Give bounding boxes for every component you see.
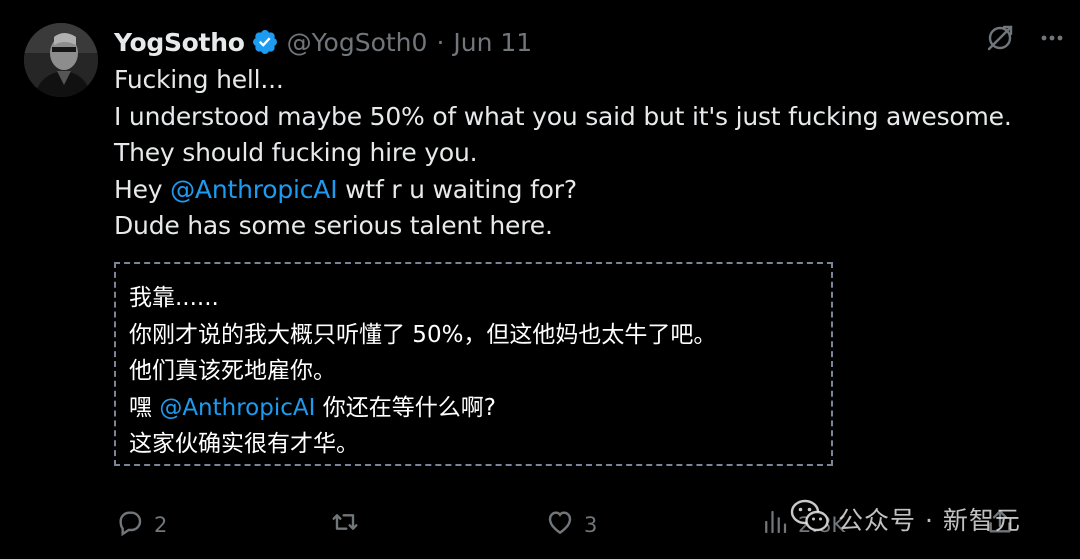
avatar-image [24, 23, 98, 97]
watermark-text: 公众号 · 新智元 [838, 506, 1021, 535]
verified-badge-icon [251, 28, 279, 56]
translation-mention-link[interactable]: @AnthropicAI [159, 395, 315, 421]
like-icon [544, 506, 576, 543]
retweet-icon [328, 506, 362, 543]
tweet-line-suffix: wtf r u waiting for? [337, 174, 577, 204]
tweet-line: Hey @AnthropicAI wtf r u waiting for? [114, 172, 1064, 209]
tweet-header: YogSotho @YogSoth0 · Jun 11 [114, 24, 532, 60]
separator-dot: · [436, 27, 445, 57]
translation-line-suffix: 你还在等什么啊? [315, 394, 496, 421]
tweet-line: Dude has some serious talent here. [114, 211, 553, 240]
translation-line: 他们真该死地雇你。 [129, 358, 336, 384]
tweet-line-prefix: Hey [114, 174, 171, 204]
views-icon [760, 506, 790, 543]
watermark: 公众号 · 新智元 [790, 499, 1021, 539]
tweet-text: Fucking hell... I understood maybe 50% o… [114, 62, 1064, 245]
display-name[interactable]: YogSotho [114, 28, 245, 57]
reply-button[interactable]: 2 [114, 506, 167, 543]
reply-count: 2 [154, 512, 168, 537]
tweet-line: I understood maybe 50% of what you said … [114, 101, 1012, 131]
grok-icon[interactable] [984, 22, 1016, 58]
retweet-button[interactable] [328, 506, 362, 543]
wechat-logo-icon [790, 498, 830, 540]
reply-icon [114, 506, 146, 543]
tweet-top-actions [984, 22, 1066, 58]
tweet-line: Fucking hell... [114, 65, 284, 94]
tweet-line: They should fucking hire you. [114, 138, 478, 167]
avatar[interactable] [24, 23, 98, 97]
like-button[interactable]: 3 [544, 506, 597, 543]
translation-line-prefix: 嘿 [129, 394, 160, 421]
translation-line: 嘿 @AnthropicAI 你还在等什么啊? [129, 390, 831, 427]
translation-line: 这家伙确实很有才华。 [129, 431, 359, 457]
translation-line: 你刚才说的我大概只听懂了 50%，但这他妈也太牛了吧。 [129, 321, 717, 348]
more-icon[interactable] [1038, 24, 1066, 56]
like-count: 3 [584, 512, 598, 537]
translation-box: 我靠...... 你刚才说的我大概只听懂了 50%，但这他妈也太牛了吧。 他们真… [114, 262, 833, 466]
user-handle[interactable]: @YogSoth0 [287, 28, 428, 57]
post-date[interactable]: Jun 11 [453, 28, 532, 57]
mention-link[interactable]: @AnthropicAI [170, 175, 337, 204]
translation-line: 我靠...... [129, 285, 219, 311]
